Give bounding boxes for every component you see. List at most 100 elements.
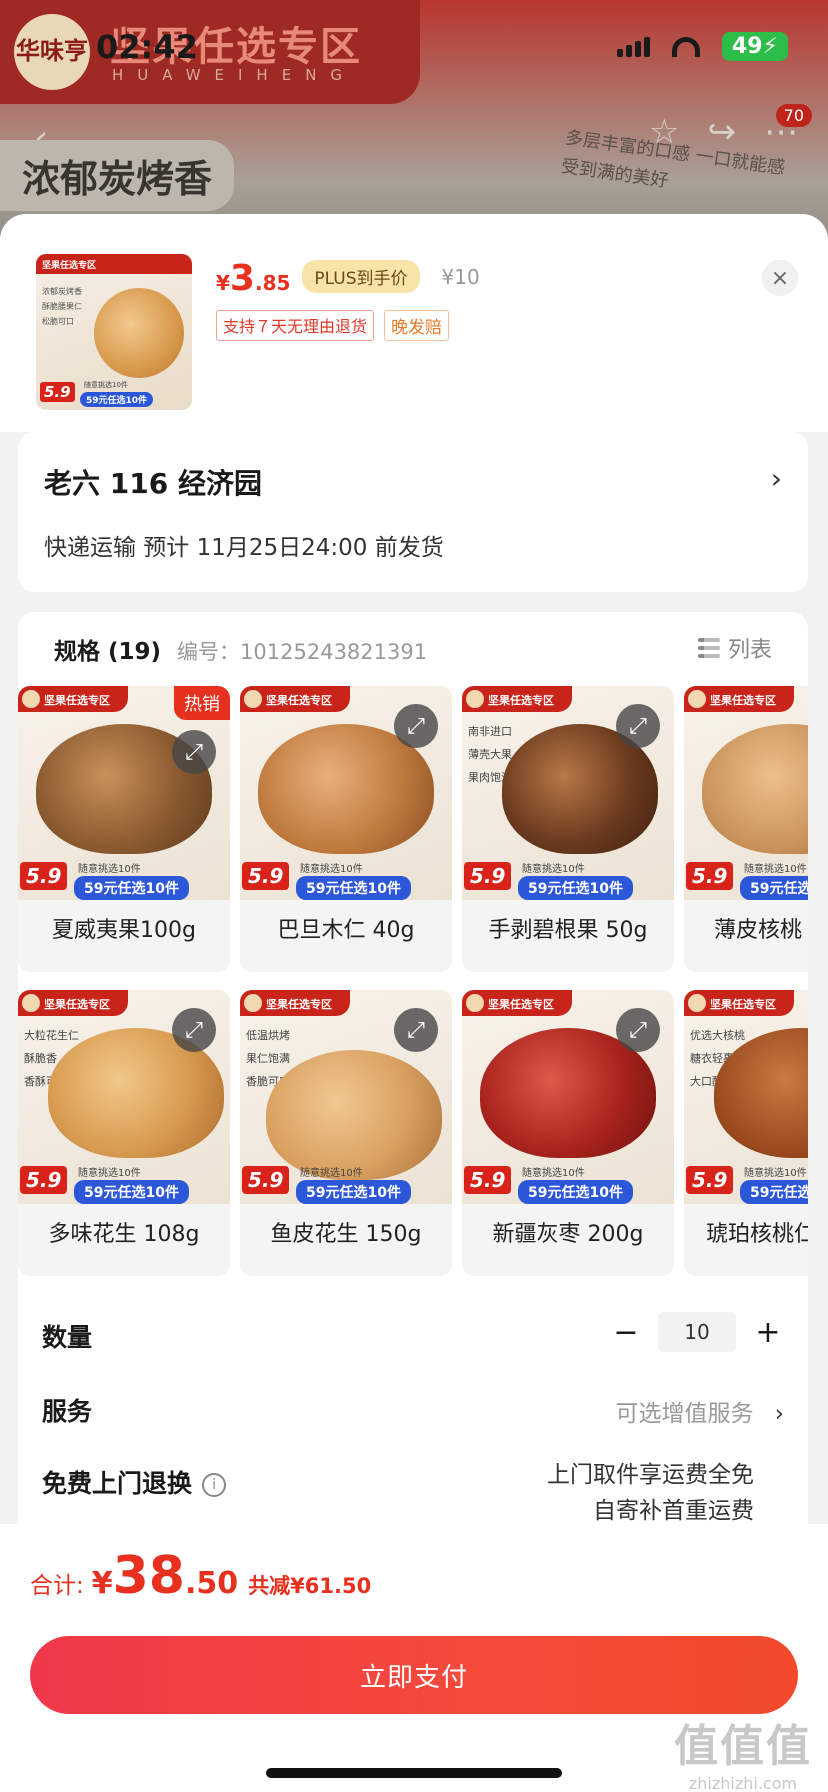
price-row: ¥ 3 .85 PLUS到手价 ¥10 [216,258,480,299]
spec-price: 5.9 [464,862,512,890]
spec-price: 5.9 [242,862,290,890]
brand-banner: 华味亨 坚果任选专区 HUAWEIHENG [0,0,420,104]
battery-icon: 49⚡ [721,32,788,61]
quantity-row: 数量 − 10 + [42,1312,784,1360]
cart-badge: 70 [775,104,812,127]
spec-name: 巴旦木仁 40g [277,918,415,943]
spec-image-header: 坚果任选专区 [684,686,794,712]
decrement-button[interactable]: − [610,1315,642,1350]
spec-option[interactable]: 坚果任选专区 热销 ⤢ 5.9 随意挑选10件 59元任选10件 夏威夷果100… [18,686,230,972]
spec-promo: 59元任选10件 [74,1180,189,1204]
spec-image-header: 坚果任选专区 [462,686,572,712]
thumbnail-header: 坚果任选专区 [36,254,192,274]
spec-promo-sub: 随意挑选10件 [744,864,807,875]
spec-grid: 坚果任选专区 热销 ⤢ 5.9 随意挑选10件 59元任选10件 夏威夷果100… [18,686,808,1276]
product-thumbnail[interactable]: 坚果任选专区 浓郁炭烤香 酥脆腰果仁 松脆可口 5.9 随意挑选10件 59元任… [36,254,192,410]
spec-option[interactable]: 坚果任选专区 低温烘烤 果仁饱满 香脆可口 ⤢ 5.9 随意挑选10件 59元任选1… [240,990,452,1276]
thumbnail-promo: 59元任选10件 [80,392,154,407]
hot-sale-badge: 热销 [174,686,230,720]
spec-image: 坚果任选专区 南非进口 薄壳大果 果肉饱满 ⤢ 5.9 随意挑选10件 59元任选1… [462,686,674,900]
service-label: 服务 [42,1397,93,1426]
spec-name: 夏威夷果100g [52,918,196,943]
spec-option[interactable]: 坚果任选专区 ⤢ 5.9 随意挑选10件 59元任选10件 巴旦木仁 40g [240,686,452,972]
spec-price: 5.9 [686,862,734,890]
spec-option[interactable]: 坚果任选专区 南非进口 薄壳大果 果肉饱满 ⤢ 5.9 随意挑选10件 59元任选1… [462,686,674,972]
product-summary: 坚果任选专区 浓郁炭烤香 酥脆腰果仁 松脆可口 5.9 随意挑选10件 59元任… [0,214,828,432]
cashew-image [94,288,184,378]
spec-option[interactable]: 坚果任选专区 优选大核桃 糖衣轻裹 大口酥脆 5.9 随意挑选10件 59元任选 琥… [684,990,808,1276]
spec-title: 规格 (19) [54,639,162,665]
expand-icon[interactable]: ⤢ [394,1008,438,1052]
service-row[interactable]: 服务 可选增值服务 › [42,1386,784,1434]
home-indicator[interactable] [266,1768,562,1778]
late-delivery-tag: 晚发赔 [384,310,450,341]
total-label: 合计: [30,1573,84,1599]
shipping-estimate: 快递运输 预计 11月25日24:00 前发货 [44,535,444,561]
free-return-label: 免费上门退换 i [42,1464,227,1500]
total-integer: 38 [112,1546,185,1606]
watermark: 值值值 zhizhizhi.com [674,1721,812,1792]
spec-promo: 59元任选 [740,876,808,900]
banner-subtitle: HUAWEIHENG [112,66,357,84]
list-view-toggle[interactable]: 列表 [697,632,772,664]
wifi-icon [671,36,700,57]
list-icon [697,638,720,658]
total-decimal: .50 [185,1566,239,1601]
expand-icon[interactable]: ⤢ [394,704,438,748]
spec-price: 5.9 [686,1166,734,1194]
spec-promo: 59元任选10件 [296,1180,411,1204]
expand-icon[interactable]: ⤢ [616,704,660,748]
spec-option[interactable]: 坚果任选专区 5.9 随意挑选10件 59元任选 薄皮核桃 1 [684,686,808,972]
spec-image: 坚果任选专区 大粒花生仁 酥脆香 香酥可口 ⤢ 5.9 随意挑选10件 59元任选1… [18,990,230,1204]
spec-promo: 59元任选10件 [518,1180,633,1204]
spec-price: 5.9 [20,1166,68,1194]
spec-image-header: 坚果任选专区 [240,686,350,712]
chevron-right-icon: › [774,1401,784,1427]
spec-promo: 59元任选 [740,1180,808,1204]
spec-name: 手剥碧根果 50g [488,918,648,943]
pay-now-button[interactable]: 立即支付 [30,1636,798,1714]
total-symbol: ¥ [91,1566,113,1601]
spec-promo-sub: 随意挑选10件 [522,864,585,875]
product-photo [702,724,808,854]
spec-name: 多味花生 108g [48,1222,200,1247]
thumbnail-price: 5.9 [40,382,75,402]
spec-name: 鱼皮花生 150g [270,1222,422,1247]
spec-name: 薄皮核桃 1 [714,918,808,943]
expand-icon[interactable]: ⤢ [172,1008,216,1052]
expand-icon[interactable]: ⤢ [172,730,216,774]
checkout-footer: 合计: ¥ 38 .50 共减¥61.50 立即支付 值值值 zhizhizhi… [0,1524,828,1792]
spec-promo-sub: 随意挑选10件 [300,864,363,875]
spec-price: 5.9 [242,1166,290,1194]
service-tags: 支持７天无理由退货 晚发赔 [216,310,450,341]
info-icon[interactable]: i [202,1473,227,1497]
spec-image-header: 坚果任选专区 [462,990,572,1016]
spec-price: 5.9 [464,1166,512,1194]
product-headline: 浓郁炭烤香 [0,140,235,211]
price-symbol: ¥ [216,271,230,295]
spec-promo-sub: 随意挑选10件 [744,1168,807,1179]
spec-image-header: 坚果任选专区 [18,686,128,712]
spec-image: 坚果任选专区 ⤢ 5.9 随意挑选10件 59元任选10件 [240,686,452,900]
quantity-input[interactable]: 10 [658,1312,736,1352]
address-name: 老六 116 经济园 [44,467,262,500]
spec-option[interactable]: 坚果任选专区 ⤢ 5.9 随意挑选10件 59元任选10件 新疆灰枣 200g [462,990,674,1276]
list-label: 列表 [727,638,772,663]
spec-image: 坚果任选专区 ⤢ 5.9 随意挑选10件 59元任选10件 [462,990,674,1204]
signal-icon [616,36,650,57]
spec-image: 坚果任选专区 优选大核桃 糖衣轻裹 大口酥脆 5.9 随意挑选10件 59元任选 [684,990,808,1204]
expand-icon[interactable]: ⤢ [616,1008,660,1052]
total-row: 合计: ¥ 38 .50 共减¥61.50 [30,1546,371,1606]
spec-image: 坚果任选专区 热销 ⤢ 5.9 随意挑选10件 59元任选10件 [18,686,230,900]
quantity-label: 数量 [42,1323,93,1352]
chevron-right-icon[interactable]: › [771,462,782,495]
spec-option[interactable]: 坚果任选专区 大粒花生仁 酥脆香 香酥可口 ⤢ 5.9 随意挑选10件 59元任选1… [18,990,230,1276]
product-photo [266,1050,442,1180]
spec-promo-sub: 随意挑选10件 [78,1168,141,1179]
brand-logo: 华味亨 [14,14,90,90]
address-card[interactable]: 老六 116 经济园 › 快递运输 预计 11月25日24:00 前发货 [18,432,808,592]
spec-card: 规格 (19) 编号：10125243821391 列表 坚果任选专区 热销 ⤢… [18,612,808,1612]
free-return-detail: 上门取件享运费全免 自寄补首重运费 [547,1462,754,1524]
increment-button[interactable]: + [752,1315,784,1350]
close-button[interactable]: × [762,260,798,296]
